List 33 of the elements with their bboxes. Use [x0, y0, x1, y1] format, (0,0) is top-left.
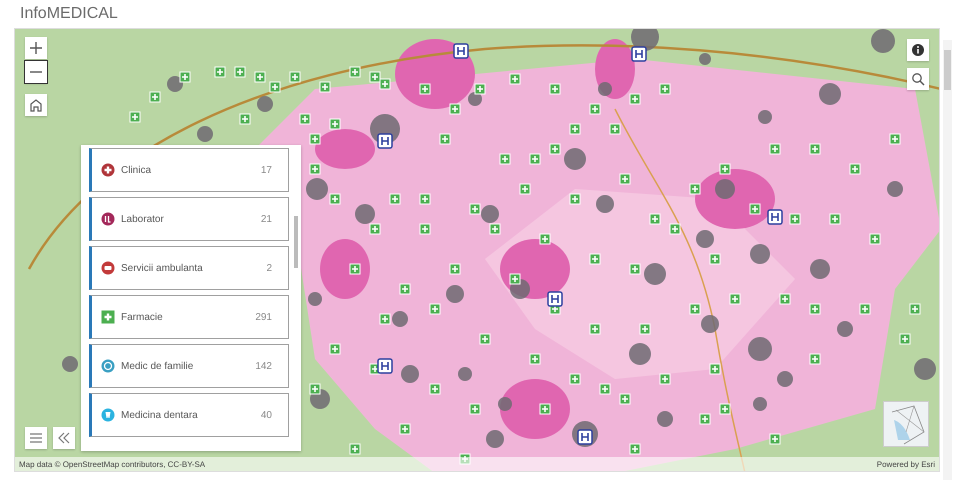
search-button[interactable]	[907, 68, 929, 90]
hospital-marker-icon[interactable]	[577, 429, 593, 445]
hospital-marker-icon[interactable]	[377, 133, 393, 149]
legend-item[interactable]: Farmacie 291	[89, 295, 289, 339]
collapse-button[interactable]	[53, 427, 75, 449]
app-title: InfoMEDICAL	[20, 5, 118, 23]
hospital-marker-icon[interactable]	[547, 291, 563, 307]
hospital-marker-icon[interactable]	[767, 209, 783, 225]
hospital-marker-icon[interactable]	[631, 46, 647, 62]
cluster-circle[interactable]	[167, 76, 183, 92]
legend-item[interactable]: Clinica 17	[89, 148, 289, 192]
plus-icon	[29, 41, 43, 55]
info-button[interactable]	[907, 39, 929, 61]
search-icon	[911, 72, 925, 86]
hospital-marker-icon[interactable]	[377, 358, 393, 374]
zoom-in-button[interactable]	[25, 37, 47, 59]
zoom-out-button[interactable]	[25, 61, 47, 83]
list-button[interactable]	[25, 427, 47, 449]
overview-map-drawing[interactable]	[883, 401, 929, 447]
page-scrollbar[interactable]	[943, 40, 952, 480]
legend-item[interactable]: Laborator 21	[89, 197, 289, 241]
powered-by-text: Powered by Esri	[876, 460, 935, 468]
legend-item[interactable]: Medicina dentara 40	[89, 393, 289, 437]
home-icon	[29, 98, 43, 112]
legend-item[interactable]: Medic de familie 142	[89, 344, 289, 388]
menu-icon	[30, 433, 42, 443]
home-button[interactable]	[25, 94, 47, 116]
info-icon	[911, 43, 925, 57]
legend-item[interactable]: Servicii ambulanta 2	[89, 246, 289, 290]
map-attribution: Map data © OpenStreetMap contributors, CC-BY-SA	[19, 460, 206, 468]
double-chevron-icon	[58, 432, 70, 444]
hospital-marker-icon[interactable]	[453, 43, 469, 59]
cluster-circle[interactable]	[468, 92, 482, 106]
